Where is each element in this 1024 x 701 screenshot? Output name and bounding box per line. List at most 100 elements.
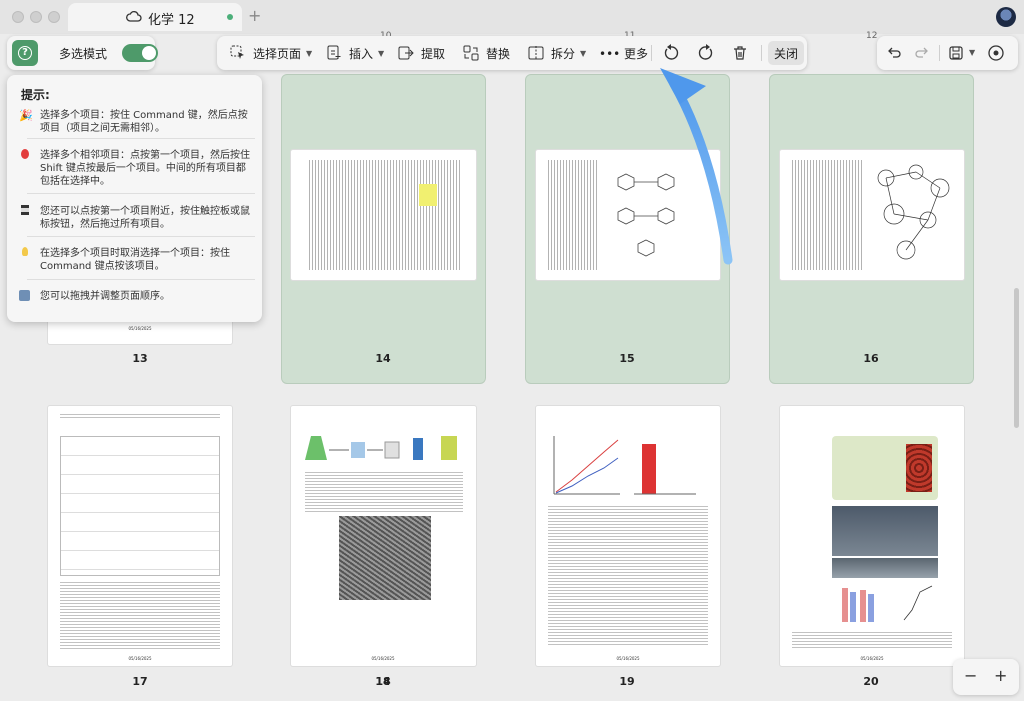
bar-chart-figure — [842, 585, 933, 622]
more-label: ••• 更多 — [599, 46, 649, 61]
photo-strip-figure — [832, 506, 938, 556]
page-date: 05/16/2025 — [616, 656, 640, 661]
page-date: 05/16/2025 — [860, 656, 884, 661]
minimize-window-button[interactable] — [30, 11, 42, 23]
page-number: 16 — [863, 352, 879, 365]
save-button[interactable] — [947, 44, 965, 62]
page-number: 15 — [619, 352, 635, 365]
chevron-down-icon[interactable]: ▼ — [969, 48, 975, 57]
divider — [27, 193, 255, 194]
divider — [27, 236, 255, 237]
chevron-down-icon: ▼ — [378, 48, 385, 58]
party-popper-icon: 🎉 — [19, 109, 33, 122]
hint-text: 选择多个项目：按住 Command 键，然后点按项目（项目之间无需相邻）。 — [40, 110, 248, 134]
zoom-controls: − + — [953, 659, 1019, 695]
page-date: 05/16/2025 — [128, 326, 152, 331]
hint-item: 🎉 选择多个项目：按住 Command 键，然后点按项目（项目之间无需相邻）。 — [19, 109, 251, 135]
close-window-button[interactable] — [12, 11, 24, 23]
page-number: 20 — [863, 675, 879, 688]
undo-button[interactable] — [885, 44, 903, 62]
extract-button[interactable]: 提取 — [397, 36, 445, 70]
zoom-window-button[interactable] — [48, 11, 60, 23]
multi-select-panel: ? 多选模式 — [7, 36, 158, 70]
hint-item: 选择多个相邻项目：点按第一个项目，然后按住 Shift 键点按最后一个项目。中间… — [19, 149, 251, 188]
hint-item: 在选择多个项目时取消选择一个项目：按住 Command 键点按该项目。 — [19, 247, 251, 273]
multi-select-label: 多选模式 — [59, 47, 108, 61]
page-number: 14 — [375, 352, 391, 365]
hint-item: 您还可以点按第一个项目附近，按住触控板或鼠标按钮，然后拖过所有项目。 — [19, 205, 251, 231]
illustration-figure — [832, 436, 938, 500]
hint-text: 您还可以点按第一个项目附近，按住触控板或鼠标按钮，然后拖过所有项目。 — [40, 206, 250, 230]
close-button[interactable]: 关闭 — [768, 41, 804, 65]
hourglass-icon — [21, 205, 29, 215]
page-thumbnail-19[interactable]: 05/16/2025 — [536, 406, 720, 666]
balloon-icon — [21, 149, 29, 159]
select-page-menu[interactable]: 选择页面 ▼ — [229, 36, 312, 70]
photo-strip-figure-2 — [832, 558, 938, 578]
multi-select-toggle[interactable] — [122, 44, 158, 62]
title-bar: 化学 12 + — [0, 0, 1024, 34]
redo-button[interactable] — [913, 44, 931, 62]
page-number: 13 — [132, 352, 148, 365]
new-tab-button[interactable]: + — [248, 6, 261, 25]
replace-label: 替换 — [486, 46, 511, 61]
sync-status-dot — [227, 14, 233, 20]
undo-icon — [888, 47, 901, 58]
zoom-in-button[interactable]: + — [994, 666, 1007, 685]
hint-text: 在选择多个项目时取消选择一个项目：按住 Command 键点按该项目。 — [40, 248, 230, 272]
replace-button[interactable]: 替换 — [462, 36, 510, 70]
chevron-down-icon: ▼ — [580, 48, 587, 58]
avatar[interactable] — [996, 7, 1016, 27]
page-number: 18 — [375, 675, 391, 688]
chevron-down-icon: ▼ — [306, 48, 313, 58]
page-date: 05/16/2025 — [371, 656, 395, 661]
insert-page-icon — [325, 44, 343, 62]
hint-text: 您可以拖拽并调整页面顺序。 — [40, 291, 170, 302]
hint-popover: 提示: 🎉 选择多个项目：按住 Command 键，然后点按项目（项目之间无需相… — [7, 75, 262, 322]
cloud-icon — [126, 10, 142, 22]
insert-label: 插入 — [349, 46, 374, 61]
divider — [939, 45, 940, 61]
hint-title: 提示: — [21, 88, 50, 102]
split-menu[interactable]: 拆分 ▼ — [527, 36, 586, 70]
page-thumbnail-14[interactable] — [291, 150, 476, 280]
zoom-out-button[interactable]: − — [964, 666, 977, 685]
page-thumbnail-16[interactable] — [780, 150, 964, 280]
divider — [651, 45, 652, 61]
history-panel: ▼ — [877, 36, 1018, 70]
line-and-bar-chart-figure — [553, 436, 696, 495]
divider — [27, 279, 255, 280]
save-icon — [949, 46, 963, 60]
divider — [27, 138, 255, 139]
lightbulb-icon — [22, 247, 28, 256]
page-number: 17 — [132, 675, 148, 688]
split-icon — [527, 44, 545, 62]
tab-title: 化学 12 — [148, 13, 195, 28]
page-thumbnail-18[interactable]: 05/16/2025 — [291, 406, 476, 666]
document-tab[interactable]: 化学 12 — [68, 3, 242, 31]
insert-menu[interactable]: 插入 ▼ — [325, 36, 384, 70]
table-figure — [60, 436, 220, 576]
split-label: 拆分 — [551, 46, 576, 61]
extract-label: 提取 — [421, 46, 446, 61]
page-number: 19 — [619, 675, 635, 688]
select-page-label: 选择页面 — [253, 46, 302, 61]
question-icon: ? — [18, 46, 32, 60]
page-thumbnail-20[interactable]: 05/16/2025 — [780, 406, 964, 666]
ai-sparkle-icon — [988, 45, 1004, 61]
microscopy-figure — [339, 516, 431, 600]
annotation-arrow — [660, 68, 733, 265]
cursor-select-icon — [229, 44, 247, 62]
vertical-scrollbar[interactable] — [1014, 288, 1019, 428]
hint-item: 您可以拖拽并调整页面顺序。 — [19, 290, 251, 303]
page-date: 05/16/2025 — [128, 656, 152, 661]
help-button[interactable]: ? — [12, 40, 38, 66]
ai-assistant-button[interactable] — [987, 44, 1005, 62]
process-flow-figure — [305, 436, 457, 460]
hint-text: 选择多个相邻项目：点按第一个项目，然后按住 Shift 键点按最后一个项目。中间… — [40, 150, 250, 187]
extract-icon — [397, 44, 415, 62]
page-thumbnail-17[interactable]: 05/16/2025 — [48, 406, 232, 666]
drag-arrow-icon — [19, 290, 30, 301]
replace-icon — [462, 44, 480, 62]
network-diagram-figure — [877, 164, 950, 260]
